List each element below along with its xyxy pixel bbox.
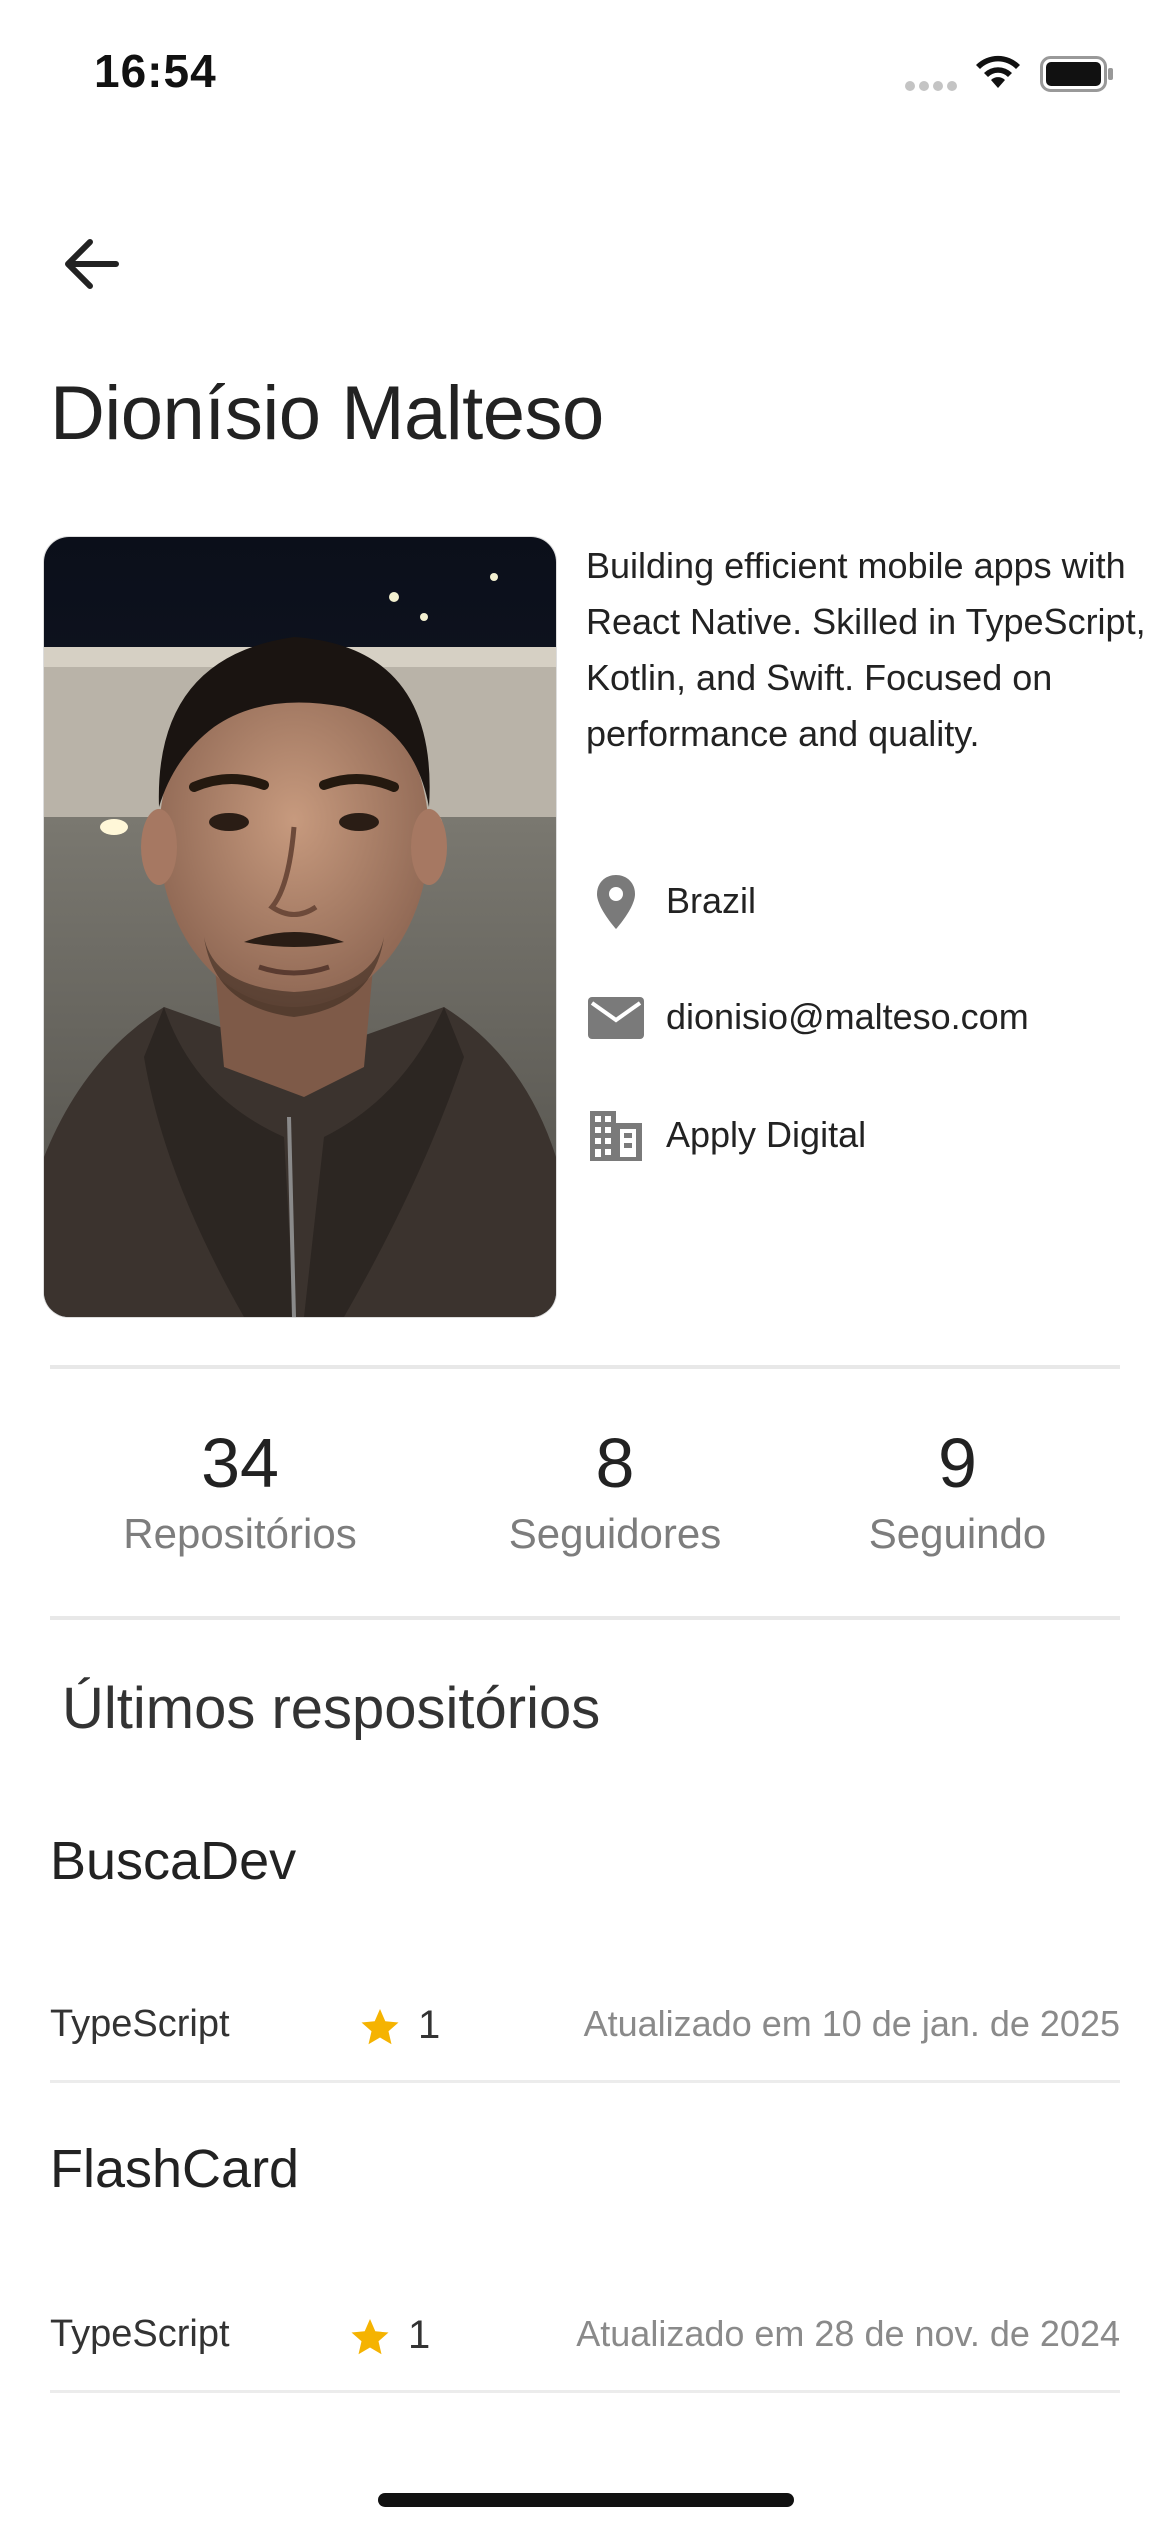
company-row: Apply Digital [586, 1100, 1146, 1170]
stat-following[interactable]: 9 Seguindo [820, 1420, 1095, 1562]
battery-icon [1040, 56, 1114, 92]
email-text[interactable]: dionisio@malteso.com [666, 996, 1029, 1038]
profile-photo [43, 536, 557, 1318]
location-row: Brazil [586, 866, 1146, 936]
company-text: Apply Digital [666, 1114, 867, 1155]
stat-label: Seguidores [508, 1510, 722, 1557]
back-button[interactable] [56, 228, 128, 300]
profile-bio: Building efficient mobile apps with Reac… [586, 545, 1146, 754]
star-icon [351, 2319, 389, 2355]
repo-meta: TypeScript 1 Atualizado em 10 de jan. de… [50, 2003, 1120, 2063]
divider [50, 1616, 1120, 1620]
map-pin-icon [597, 875, 635, 929]
home-indicator[interactable] [378, 2493, 794, 2507]
row-divider [50, 2080, 1120, 2083]
divider [50, 1365, 1120, 1369]
section-title: Últimos respositórios [62, 1676, 601, 1741]
stat-label: Repositórios [123, 1510, 357, 1557]
location-text: Brazil [666, 880, 757, 921]
stat-value: 9 [938, 1424, 977, 1502]
arrow-left-icon [65, 239, 119, 289]
stat-repositories[interactable]: 34 Repositórios [80, 1420, 400, 1562]
status-time: 16:54 [94, 45, 217, 97]
repo-stars: 1 [418, 2003, 441, 2047]
stat-followers[interactable]: 8 Seguidores [465, 1420, 765, 1562]
stat-value: 34 [201, 1424, 279, 1502]
email-row[interactable]: dionisio@malteso.com [586, 982, 1146, 1052]
stat-label: Seguindo [868, 1510, 1047, 1557]
star-icon [361, 2009, 399, 2045]
wifi-icon [972, 52, 1024, 92]
repo-updated: Atualizado em 28 de nov. de 2024 [576, 2313, 1120, 2354]
repo-stars: 1 [408, 2313, 431, 2357]
mail-icon [588, 997, 644, 1039]
stat-value: 8 [595, 1424, 635, 1502]
repo-meta: TypeScript 1 Atualizado em 28 de nov. de… [50, 2313, 1120, 2373]
building-icon [590, 1111, 642, 1161]
row-divider [50, 2390, 1120, 2393]
repo-name[interactable]: BuscaDev [50, 1830, 296, 1892]
repo-language: TypeScript [50, 2313, 230, 2355]
cellular-signal-icon [905, 78, 961, 92]
repo-updated: Atualizado em 10 de jan. de 2025 [583, 2003, 1120, 2044]
repo-name[interactable]: FlashCard [50, 2138, 299, 2200]
profile-name: Dionísio Malteso [50, 371, 604, 456]
repo-language: TypeScript [50, 2003, 230, 2045]
